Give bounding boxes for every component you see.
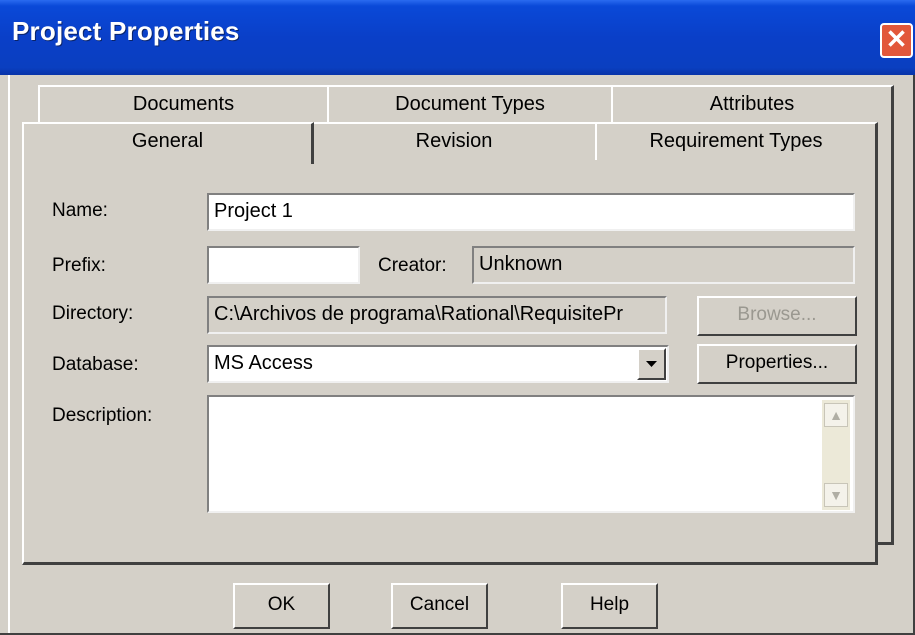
help-button[interactable]: Help (561, 583, 658, 629)
tab-general-label: General (131, 130, 204, 152)
tab-requirement-types-label: Requirement Types (649, 130, 823, 152)
database-value: MS Access (214, 352, 313, 374)
name-input[interactable]: Project 1 (207, 193, 855, 231)
prefix-label: Prefix: (52, 255, 106, 276)
tab-attributes-label: Attributes (709, 93, 795, 115)
properties-button[interactable]: Properties... (697, 344, 857, 384)
directory-label: Directory: (52, 303, 134, 324)
tab-document-types-label: Document Types (395, 93, 545, 115)
ok-button[interactable]: OK (233, 583, 330, 629)
name-label: Name: (52, 200, 108, 221)
project-properties-dialog: Project Properties ✕ Documents Document … (0, 0, 915, 635)
creator-field: Unknown (472, 246, 855, 284)
cancel-button[interactable]: Cancel (391, 583, 488, 629)
description-textarea[interactable] (207, 395, 855, 513)
scroll-down-icon[interactable]: ▼ (824, 483, 848, 507)
scroll-up-icon[interactable]: ▲ (824, 403, 848, 427)
browse-button[interactable]: Browse... (697, 296, 857, 336)
description-label: Description: (52, 405, 153, 426)
chevron-down-icon (646, 361, 657, 367)
close-button[interactable]: ✕ (880, 23, 913, 58)
tab-attributes[interactable]: Attributes (611, 85, 894, 125)
prefix-input[interactable] (207, 246, 360, 284)
directory-field: C:\Archivos de programa\Rational\Requisi… (207, 296, 667, 334)
tab-revision[interactable]: Revision (311, 122, 598, 162)
tab-document-types[interactable]: Document Types (327, 85, 614, 125)
database-select[interactable]: MS Access (207, 345, 669, 383)
title-bar[interactable]: Project Properties ✕ (0, 0, 915, 75)
frame-edge (8, 75, 10, 633)
description-scrollbar[interactable]: ▲ ▼ (822, 400, 850, 510)
tab-general[interactable]: General (22, 122, 314, 164)
tab-documents[interactable]: Documents (38, 85, 330, 125)
window-title: Project Properties (12, 16, 240, 46)
tab-documents-label: Documents (132, 93, 235, 115)
tab-requirement-types[interactable]: Requirement Types (595, 122, 878, 162)
creator-label: Creator: (378, 255, 447, 276)
database-dropdown-button[interactable] (637, 348, 666, 380)
database-label: Database: (52, 354, 139, 375)
close-icon: ✕ (885, 24, 908, 54)
tab-revision-label: Revision (415, 130, 493, 152)
